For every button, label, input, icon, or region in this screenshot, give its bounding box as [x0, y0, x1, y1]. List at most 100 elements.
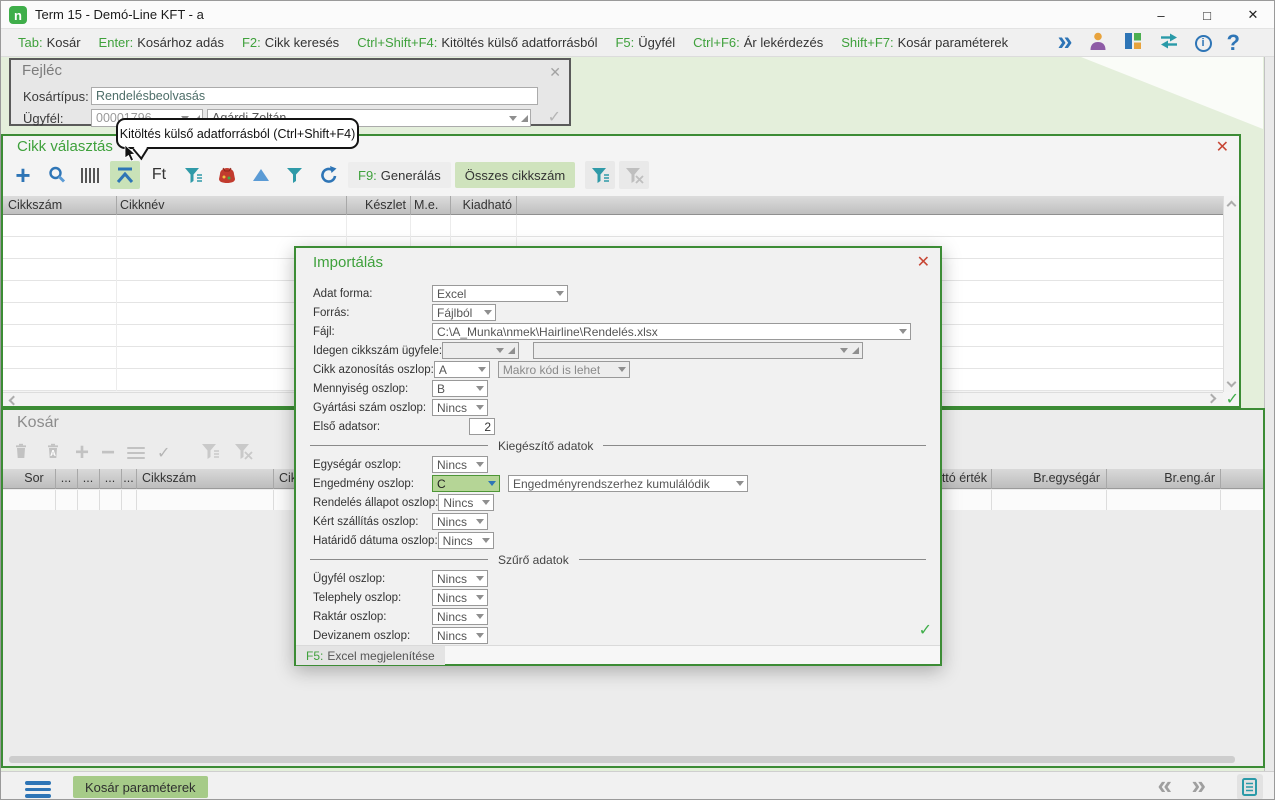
price-button[interactable]: Ft — [144, 161, 174, 189]
filter-detail-button-2[interactable] — [585, 161, 615, 189]
forward-double-chevron-icon[interactable]: » — [1058, 30, 1073, 52]
column-cikkszam[interactable]: Cikkszám — [142, 471, 196, 485]
field-label: Adat forma: — [313, 288, 432, 300]
cikk-panel-close-icon[interactable]: ✕ — [1216, 140, 1229, 156]
shortcut-f2-cikk-kereses[interactable]: F2: Cikk keresés — [233, 35, 348, 50]
filter-detail-icon[interactable] — [200, 441, 221, 466]
add-item-button[interactable]: + — [8, 161, 38, 189]
filter-detail-button[interactable] — [178, 161, 208, 189]
delete-icon[interactable] — [11, 441, 31, 466]
ugyfel-oszlop-select[interactable]: Nincs — [432, 570, 488, 587]
delete-all-icon[interactable]: A — [43, 441, 63, 466]
document-list-button[interactable] — [1237, 774, 1263, 800]
column-dots[interactable]: ... — [99, 471, 121, 485]
filter-button[interactable] — [280, 161, 310, 189]
user-icon[interactable] — [1088, 31, 1108, 56]
column-cikknev[interactable]: Cikknév — [120, 198, 164, 212]
import-external-source-button[interactable] — [110, 161, 140, 189]
shortcut-enter-kosarhoz-adas[interactable]: Enter: Kosárhoz adás — [90, 35, 233, 50]
fajl-select[interactable]: C:\A_Munka\nmek\Hairline\Rendelés.xlsx — [432, 323, 911, 340]
column-dots[interactable]: ... — [55, 471, 77, 485]
fejlec-title: Fejléc — [22, 62, 62, 79]
engedmeny-oszlop-select[interactable]: C — [432, 475, 500, 492]
cikk-confirm-check-icon[interactable]: ✓ — [1226, 389, 1239, 409]
elso-adatsor-input[interactable]: 2 — [469, 418, 495, 435]
filter-clear-icon[interactable] — [233, 441, 254, 466]
page-next-icon[interactable]: » — [1192, 775, 1206, 795]
kosar-parameterek-button[interactable]: Kosár paraméterek — [73, 776, 208, 798]
menu-icon[interactable] — [25, 778, 51, 800]
filter-icon — [285, 165, 305, 185]
column-keszlet[interactable]: Készlet — [346, 198, 406, 212]
wallet-button[interactable] — [212, 161, 242, 189]
field-label: Engedmény oszlop: — [313, 478, 432, 490]
search-button[interactable] — [42, 161, 72, 189]
shortcut-f5-ugyfel[interactable]: F5: Ügyfél — [606, 35, 684, 50]
engedmeny-mod-select[interactable]: Engedményrendszerhez kumulálódik — [508, 475, 748, 492]
shortcut-ctrl-shift-f4-kitoltes[interactable]: Ctrl+Shift+F4: Kitöltés külső adatforrás… — [348, 35, 606, 50]
forras-select[interactable]: Fájlból — [432, 304, 496, 321]
dialog-confirm-check-icon[interactable]: ✓ — [919, 620, 932, 640]
field-label: Kért szállítás oszlop: — [313, 516, 432, 528]
column-sor[interactable]: Sor — [13, 471, 55, 485]
info-icon[interactable]: i — [1195, 35, 1212, 52]
devizanem-oszlop-select[interactable]: Nincs — [432, 627, 488, 644]
barcode-button[interactable] — [76, 161, 106, 189]
gyartasi-szam-oszlop-select[interactable]: Nincs — [432, 399, 488, 416]
close-button[interactable]: ✕ — [1230, 1, 1275, 29]
minimize-button[interactable]: – — [1138, 1, 1184, 29]
remove-row-icon[interactable]: − — [101, 443, 115, 463]
cikk-table-header[interactable]: Cikkszám Cikknév Készlet M.e. Kiadható — [3, 196, 1223, 215]
shortcut-shift-f7-kosar-parameterek[interactable]: Shift+F7: Kosár paraméterek — [832, 35, 1017, 50]
toolbar-icons: » i ? — [1058, 29, 1240, 57]
generate-button[interactable]: F9: Generálás — [348, 162, 451, 188]
scroll-down-icon[interactable] — [1227, 378, 1237, 388]
page-prev-icon[interactable]: « — [1158, 775, 1172, 795]
excel-show-button[interactable]: F5: Excel megjelenítése — [296, 646, 445, 665]
scroll-left-icon[interactable] — [9, 396, 19, 406]
idegen-cikkszam-ugyfel-nev-select[interactable] — [533, 342, 863, 359]
all-items-button[interactable]: Összes cikkszám — [455, 162, 575, 188]
help-icon[interactable]: ? — [1227, 30, 1240, 56]
transfer-arrows-icon[interactable] — [1158, 32, 1180, 55]
table-row[interactable] — [3, 215, 1223, 237]
hatarido-datuma-oszlop-select[interactable]: Nincs — [438, 532, 494, 549]
column-me[interactable]: M.e. — [414, 198, 438, 212]
maximize-button[interactable]: □ — [1184, 1, 1230, 29]
kert-szallitas-oszlop-select[interactable]: Nincs — [432, 513, 488, 530]
list-icon[interactable] — [127, 444, 145, 462]
column-br-eng-ar[interactable]: Br.eng.ár — [1110, 471, 1215, 485]
column-kiadhato[interactable]: Kiadható — [452, 198, 512, 212]
column-cikkszam[interactable]: Cikkszám — [8, 198, 62, 212]
scroll-up-icon[interactable] — [1227, 201, 1237, 211]
fejlec-close-icon[interactable]: ✕ — [549, 65, 561, 79]
confirm-icon[interactable]: ✓ — [157, 443, 170, 463]
telephely-oszlop-select[interactable]: Nincs — [432, 589, 488, 606]
dropdown-arrow-icon — [509, 116, 517, 125]
cikk-azonositas-oszlop-select[interactable]: A — [434, 361, 490, 378]
add-row-icon[interactable]: + — [75, 443, 89, 463]
column-br-egysegar[interactable]: Br.egységár — [995, 471, 1100, 485]
shortcut-ctrl-f6-ar-lekerdezes[interactable]: Ctrl+F6: Ár lekérdezés — [684, 35, 832, 50]
vertical-scrollbar[interactable] — [1223, 196, 1239, 392]
egysegar-oszlop-select[interactable]: Nincs — [432, 456, 488, 473]
column-dots[interactable]: ... — [121, 471, 136, 485]
field-label: Telephely oszlop: — [313, 592, 432, 604]
refresh-button[interactable] — [314, 161, 344, 189]
idegen-cikkszam-ugyfel-kod-select[interactable] — [442, 342, 519, 359]
makro-kod-select[interactable]: Makro kód is lehet — [498, 361, 630, 378]
column-dots[interactable]: ... — [77, 471, 99, 485]
mennyiseg-oszlop-select[interactable]: B — [432, 380, 488, 397]
raktar-oszlop-select[interactable]: Nincs — [432, 608, 488, 625]
kosar-hscroll-thumb[interactable] — [9, 756, 1235, 763]
fejlec-confirm-check-icon[interactable]: ✓ — [548, 107, 561, 127]
filter-clear-button[interactable] — [619, 161, 649, 189]
sort-up-button[interactable] — [246, 161, 276, 189]
modules-tiles-icon[interactable] — [1123, 31, 1143, 56]
adat-forma-select[interactable]: Excel — [432, 285, 568, 302]
dialog-close-icon[interactable]: ✕ — [917, 255, 930, 271]
kosartipus-input[interactable]: Rendelésbeolvasás — [91, 87, 538, 105]
wallet-icon — [216, 165, 238, 185]
rendeles-allapot-oszlop-select[interactable]: Nincs — [438, 494, 494, 511]
shortcut-tab-kosar[interactable]: Tab: Kosár — [9, 35, 90, 50]
